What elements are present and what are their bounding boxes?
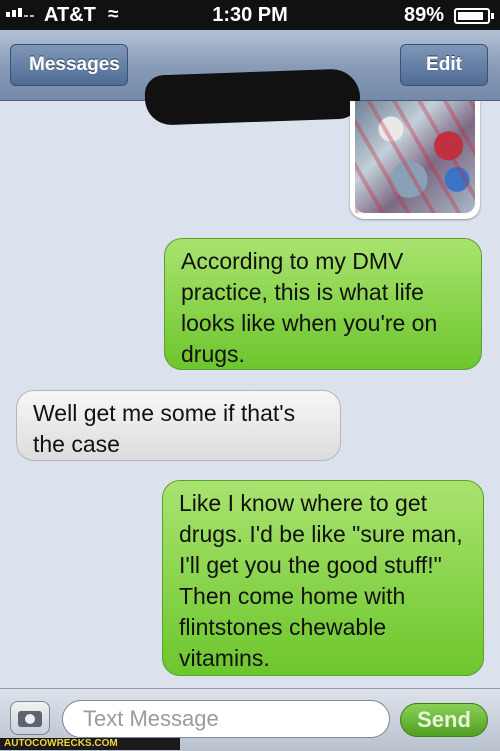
send-button[interactable]: Send: [400, 703, 488, 737]
incoming-message-bubble[interactable]: Well get me some if that's the case: [16, 390, 341, 461]
battery-percent: 89%: [403, 4, 444, 26]
image-message-bubble[interactable]: [350, 101, 480, 219]
watermark-text: AUTOCOWRECKS.COM: [0, 738, 180, 750]
messages-back-button[interactable]: Messages: [10, 44, 128, 86]
status-bar: AT&T ≈ 1:30 PM 89%: [0, 0, 500, 30]
edit-button[interactable]: Edit: [400, 44, 488, 86]
outgoing-message-bubble[interactable]: According to my DMV practice, this is wh…: [164, 238, 482, 370]
outgoing-message-bubble[interactable]: Like I know where to get drugs. I'd be l…: [162, 480, 484, 676]
message-photo[interactable]: [355, 101, 475, 213]
text-message-input[interactable]: Text Message: [62, 700, 390, 738]
navigation-bar: Messages Edit: [0, 30, 500, 126]
camera-icon[interactable]: [10, 701, 50, 735]
battery-icon: [454, 8, 494, 24]
redacted-contact-name: [144, 68, 361, 126]
